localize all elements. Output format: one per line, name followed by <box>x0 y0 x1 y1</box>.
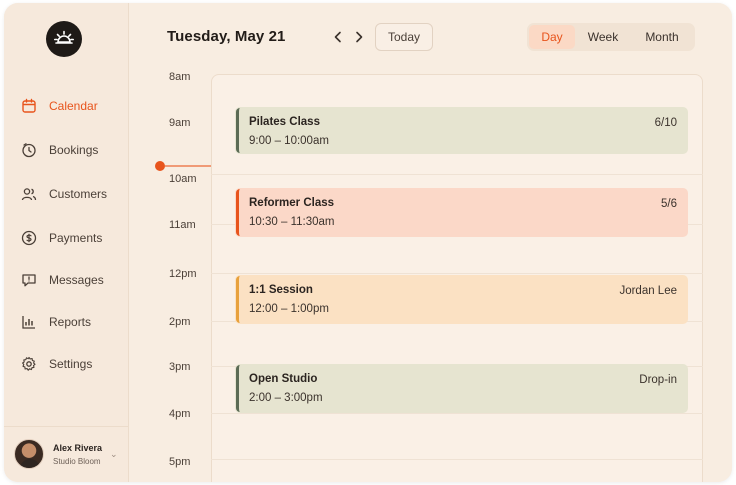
chevron-down-icon[interactable]: ⌄ <box>110 449 118 460</box>
event-card[interactable]: 1:1 Session 12:00 – 1:00pm Jordan Lee <box>236 276 687 323</box>
event-time: 10:30 – 11:30am <box>249 216 335 228</box>
chevron-left-icon[interactable] <box>330 28 346 46</box>
calendar-icon <box>21 98 37 114</box>
sidebar-item-label: Reports <box>49 315 92 329</box>
event-time: 12:00 – 1:00pm <box>249 303 329 315</box>
time-label: 3pm <box>169 361 191 373</box>
view-day-button[interactable]: Day <box>529 25 575 49</box>
sidebar-item-messages[interactable]: Messages <box>4 265 129 295</box>
time-label: 5pm <box>169 456 191 468</box>
time-label: 2pm <box>169 316 191 328</box>
sidebar-item-label: Customers <box>49 187 108 201</box>
current-time-dot <box>155 161 165 171</box>
time-label: 9am <box>169 117 191 129</box>
sidebar-item-settings[interactable]: Settings <box>4 349 129 379</box>
sidebar-item-customers[interactable]: Customers <box>4 179 129 209</box>
app-window: Calendar Bookings Customers Payments Mes <box>4 3 732 482</box>
grid-divider <box>211 413 703 414</box>
user-profile-menu[interactable]: Alex Rivera Studio Bloom ⌄ <box>4 426 129 482</box>
event-instructor: Jordan Lee <box>619 285 677 297</box>
grid-divider <box>211 273 703 274</box>
grid-divider <box>211 174 703 175</box>
today-button[interactable]: Today <box>375 23 433 51</box>
time-label: 4pm <box>169 408 191 420</box>
event-title: Pilates Class <box>249 116 320 128</box>
sidebar-item-label: Bookings <box>49 143 99 157</box>
event-capacity: 5/6 <box>661 198 677 210</box>
event-card[interactable]: Pilates Class 9:00 – 10:00am 6/10 <box>236 108 687 153</box>
event-time: 2:00 – 3:00pm <box>249 392 323 404</box>
sidebar-item-label: Calendar <box>49 99 98 113</box>
sidebar-item-label: Payments <box>49 231 103 245</box>
grid-divider <box>211 459 703 460</box>
time-label: 11am <box>169 219 196 231</box>
sunrise-logo-icon[interactable] <box>46 21 82 57</box>
sidebar-item-reports[interactable]: Reports <box>4 307 129 337</box>
chart-icon <box>21 314 37 330</box>
event-capacity: 6/10 <box>654 117 677 129</box>
sidebar-item-label: Settings <box>49 357 93 371</box>
event-card[interactable]: Open Studio 2:00 – 3:00pm Drop-in <box>236 365 687 412</box>
chevron-right-icon[interactable] <box>351 28 367 46</box>
avatar <box>14 439 44 469</box>
message-icon <box>21 272 37 288</box>
event-type: Drop-in <box>639 374 677 386</box>
view-month-button[interactable]: Month <box>631 25 693 49</box>
view-week-button[interactable]: Week <box>575 25 631 49</box>
dollar-icon <box>21 230 37 246</box>
user-name: Alex Rivera <box>53 443 103 453</box>
current-time-line <box>165 165 211 167</box>
time-label: 12pm <box>169 268 197 280</box>
time-label: 8am <box>169 71 191 83</box>
sidebar-item-bookings[interactable]: Bookings <box>4 135 129 165</box>
event-card[interactable]: Reformer Class 10:30 – 11:30am 5/6 <box>236 189 687 236</box>
users-icon <box>21 186 37 202</box>
sidebar-item-payments[interactable]: Payments <box>4 223 129 253</box>
event-title: Reformer Class <box>249 197 335 209</box>
sidebar-item-label: Messages <box>49 273 104 287</box>
view-switcher: Day Week Month <box>527 23 695 51</box>
sidebar: Calendar Bookings Customers Payments Mes <box>4 3 129 482</box>
time-label: 10am <box>169 173 197 185</box>
event-title: Open Studio <box>249 373 318 385</box>
user-organization: Studio Bloom <box>53 457 101 466</box>
sidebar-item-calendar[interactable]: Calendar <box>4 91 129 121</box>
page-title: Tuesday, May 21 <box>167 28 286 45</box>
gear-icon <box>21 356 37 372</box>
event-time: 9:00 – 10:00am <box>249 135 329 147</box>
calendar-main: Tuesday, May 21 Today Day Week Month 8am… <box>129 3 732 482</box>
bookings-icon <box>21 142 37 158</box>
